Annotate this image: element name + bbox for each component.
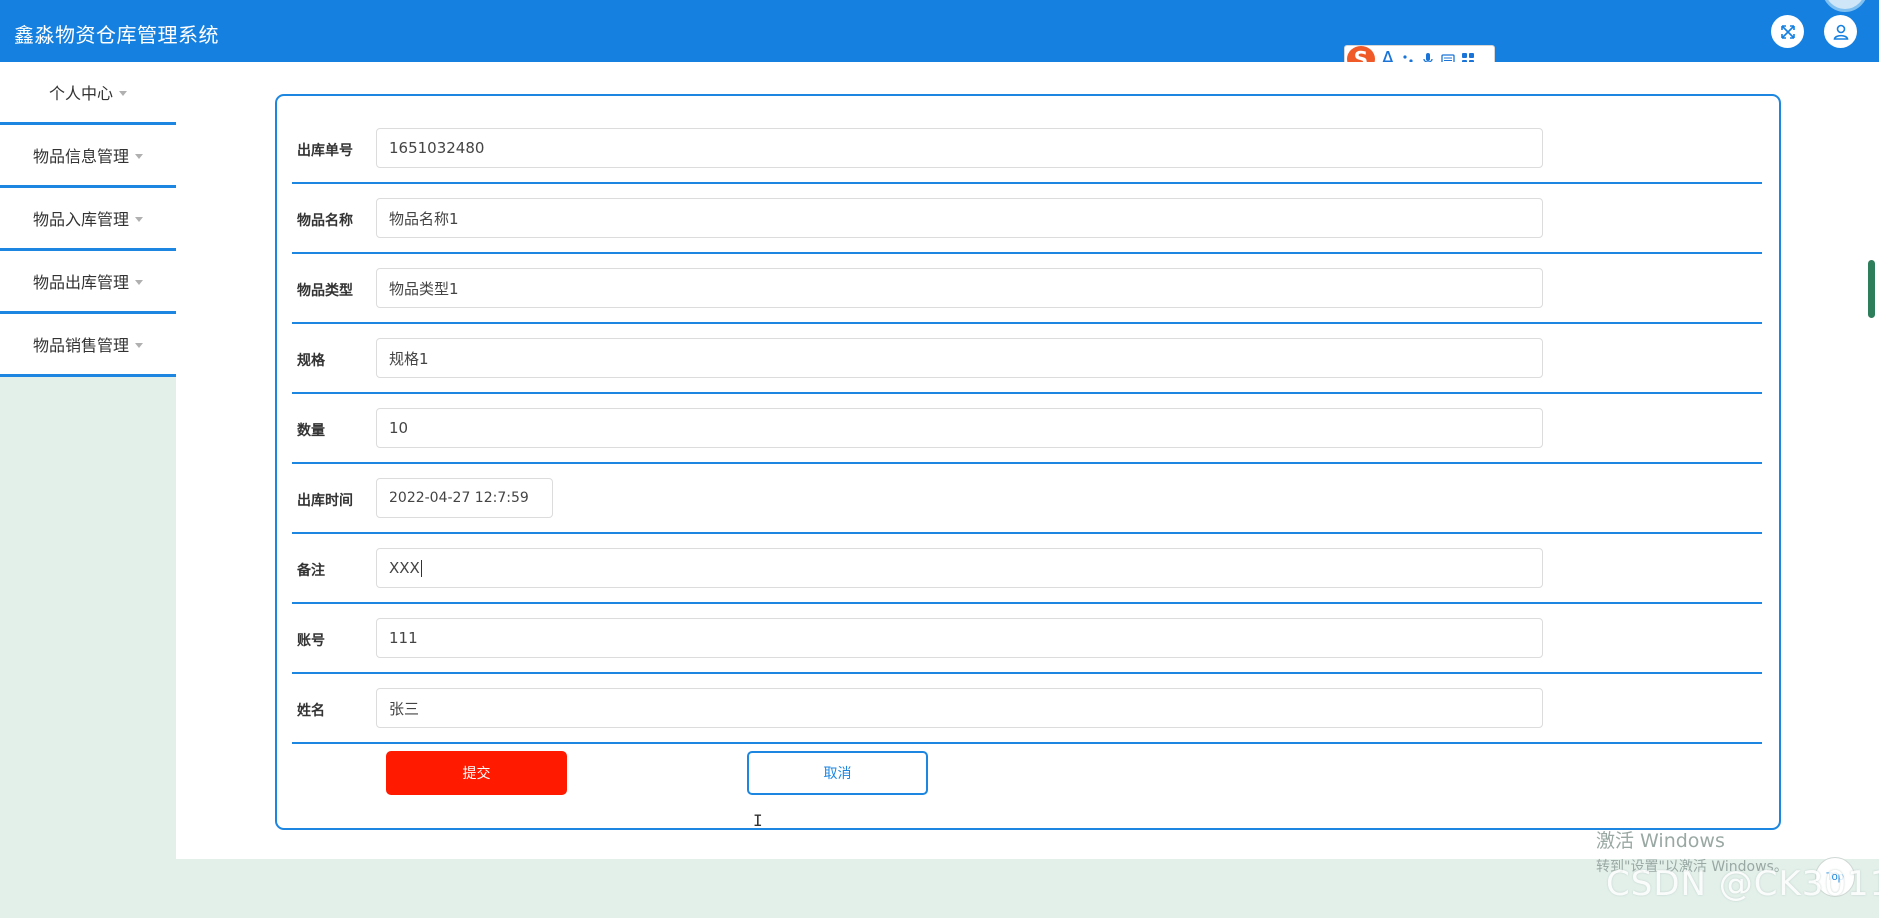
order-number-field[interactable]: 1651032480 <box>376 128 1543 168</box>
form-row-remark: 备注 XXX <box>292 534 1762 604</box>
sidebar-item-label: 个人中心 <box>48 84 113 103</box>
name-field[interactable]: 张三 <box>376 688 1543 728</box>
caret-down-icon <box>119 90 127 96</box>
form-row-item-name: 物品名称 物品名称1 <box>292 184 1762 254</box>
top-header: 鑫淼物资仓库管理系统 <box>0 0 1879 62</box>
field-label: 规格 <box>297 353 325 369</box>
user-menu-button[interactable] <box>1824 15 1857 48</box>
activation-title: 激活 Windows <box>1596 830 1725 852</box>
remark-field[interactable]: XXX <box>376 548 1543 588</box>
app-title: 鑫淼物资仓库管理系统 <box>14 23 219 47</box>
quantity-field[interactable]: 10 <box>376 408 1543 448</box>
stock-out-form: 出库单号 1651032480 物品名称 物品名称1 物品类型 物品类型1 规格… <box>275 94 1781 830</box>
cancel-button[interactable]: 取消 <box>747 751 928 795</box>
sidebar-item-label: 物品入库管理 <box>32 210 129 229</box>
form-row-item-type: 物品类型 物品类型1 <box>292 254 1762 324</box>
form-row-outbound-time: 出库时间 2022-04-27 12:7:59 <box>292 464 1762 534</box>
form-row-name: 姓名 张三 <box>292 674 1762 744</box>
caret-down-icon <box>135 153 143 159</box>
avatar-corner <box>1822 0 1868 12</box>
csdn-watermark: CSDN @CK3011 <box>1606 864 1879 904</box>
submit-button[interactable]: 提交 <box>386 751 567 795</box>
form-row-spec: 规格 规格1 <box>292 324 1762 394</box>
form-row-order-number: 出库单号 1651032480 <box>292 114 1762 184</box>
expand-icon <box>1780 24 1795 39</box>
field-label: 物品名称 <box>297 213 353 229</box>
item-type-field[interactable]: 物品类型1 <box>376 268 1543 308</box>
field-label: 姓名 <box>297 703 325 719</box>
field-label: 物品类型 <box>297 283 353 299</box>
field-label: 数量 <box>297 423 325 439</box>
sidebar-item-label: 物品销售管理 <box>32 336 129 355</box>
i-beam-cursor-icon: I <box>753 811 763 830</box>
field-label: 出库时间 <box>297 493 353 509</box>
caret-down-icon <box>135 216 143 222</box>
sidebar-item-sales[interactable]: 物品销售管理 <box>0 314 176 377</box>
caret-down-icon <box>135 279 143 285</box>
sidebar-item-label: 物品信息管理 <box>32 147 129 166</box>
sidebar: 个人中心 物品信息管理 物品入库管理 物品出库管理 物品销售管理 <box>0 62 176 377</box>
field-label: 备注 <box>297 563 325 579</box>
sidebar-item-item-info[interactable]: 物品信息管理 <box>0 125 176 188</box>
item-name-field[interactable]: 物品名称1 <box>376 198 1543 238</box>
scrollbar-thumb[interactable] <box>1868 260 1875 318</box>
sidebar-item-stock-out[interactable]: 物品出库管理 <box>0 251 176 314</box>
caret-down-icon <box>135 342 143 348</box>
form-row-account: 账号 111 <box>292 604 1762 674</box>
user-icon <box>1833 24 1848 40</box>
sidebar-item-stock-in[interactable]: 物品入库管理 <box>0 188 176 251</box>
account-field[interactable]: 111 <box>376 618 1543 658</box>
remark-value: XXX <box>389 559 420 577</box>
text-caret <box>420 559 422 577</box>
spec-field[interactable]: 规格1 <box>376 338 1543 378</box>
sidebar-item-label: 物品出库管理 <box>32 273 129 292</box>
fullscreen-button[interactable] <box>1771 15 1804 48</box>
field-label: 账号 <box>297 633 325 649</box>
form-row-quantity: 数量 10 <box>292 394 1762 464</box>
outbound-time-picker[interactable]: 2022-04-27 12:7:59 <box>376 478 553 518</box>
sidebar-item-personal-center[interactable]: 个人中心 <box>0 62 176 125</box>
field-label: 出库单号 <box>297 143 353 159</box>
